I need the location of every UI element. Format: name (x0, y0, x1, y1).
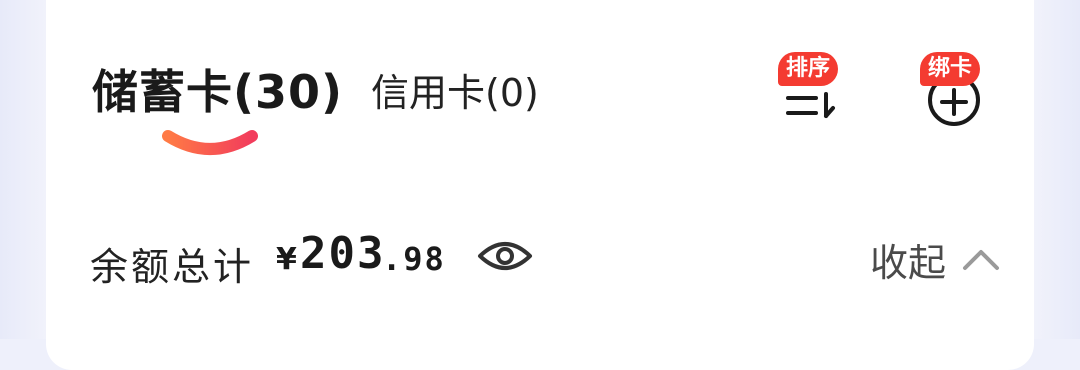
sort-badge: 排序 (778, 52, 839, 86)
bind-badge: 绑卡 (920, 52, 981, 86)
eye-icon[interactable] (476, 234, 534, 278)
bind-card-button[interactable]: 绑卡 (918, 52, 988, 128)
chevron-up-icon (963, 249, 1000, 270)
balance-summary: 余额总计 ¥ 203 .98 收起 (90, 226, 1000, 290)
collapse-label: 收起 (870, 241, 947, 285)
currency-symbol: ¥ (276, 242, 297, 277)
balance-amount-integer: 203 (300, 228, 386, 279)
background-left (0, 0, 46, 339)
balance-amount-decimal: .98 (382, 240, 446, 278)
tab-credit-card[interactable]: 信用卡(0) (371, 62, 539, 117)
active-tab-indicator (162, 130, 258, 155)
sort-button[interactable]: 排序 (776, 52, 846, 128)
tab-debit-card[interactable]: 储蓄卡(30) (92, 56, 343, 122)
balance-label: 余额总计 (90, 245, 255, 289)
collapse-button[interactable]: 收起 (870, 232, 1001, 285)
background-right (1034, 0, 1080, 339)
